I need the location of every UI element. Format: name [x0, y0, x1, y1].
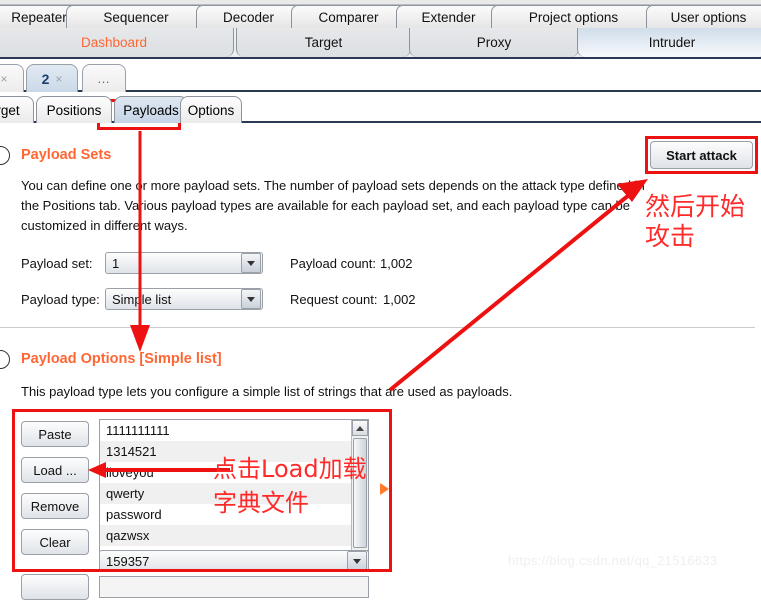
- request-count-label: Request count:: [290, 292, 378, 307]
- tab-intruder-label: Intruder: [648, 35, 696, 50]
- payload-options-description: This payload type lets you configure a s…: [21, 384, 513, 399]
- payload-sets-description-line2: the Positions tab. Various payload types…: [21, 198, 630, 213]
- payload-add-value: 159357: [106, 553, 150, 569]
- tab-user-options-label: User options: [670, 9, 747, 25]
- attack-tab-1[interactable]: ×: [0, 64, 24, 92]
- tab-sequencer-label: Sequencer: [103, 9, 169, 25]
- attack-tab-more-label: …: [97, 71, 111, 86]
- request-count-value: 1,002: [383, 292, 416, 307]
- chevron-down-icon[interactable]: [241, 289, 261, 309]
- payload-sets-description-line1: You can define one or more payload sets.…: [21, 178, 645, 193]
- paste-button[interactable]: Paste: [21, 421, 89, 447]
- tab-intruder[interactable]: Intruder: [577, 28, 761, 57]
- list-item[interactable]: iloveyou: [100, 462, 368, 483]
- payload-add-field-secondary[interactable]: [99, 576, 369, 598]
- tab-comparer[interactable]: Comparer: [291, 5, 406, 28]
- sub-tab-payloads-label: Payloads: [123, 102, 179, 118]
- tab-extender[interactable]: Extender: [396, 5, 501, 28]
- payload-set-value: 1: [112, 255, 120, 271]
- payload-count-label: Payload count:: [290, 256, 377, 271]
- payload-sets-title: Payload Sets: [21, 147, 112, 163]
- scrollbar-thumb[interactable]: [353, 438, 367, 548]
- list-item[interactable]: password: [100, 504, 368, 525]
- expand-marker-icon[interactable]: [380, 483, 389, 495]
- tab-target[interactable]: Target: [236, 28, 411, 57]
- tab-proxy-label: Proxy: [476, 35, 512, 50]
- sub-tab-target-label: rget: [0, 102, 20, 118]
- section-divider: [0, 327, 755, 328]
- payload-sets-collapse-icon[interactable]: [0, 146, 10, 165]
- start-attack-button[interactable]: Start attack: [650, 141, 753, 169]
- tab-project-options-label: Project options: [528, 9, 619, 25]
- main-tab-strip-row2: Dashboard Target Proxy Intruder: [0, 28, 761, 59]
- payload-options-collapse-icon[interactable]: [0, 350, 10, 369]
- sub-tab-target[interactable]: rget: [0, 96, 34, 123]
- attack-tab-more[interactable]: …: [82, 64, 126, 92]
- sub-tab-options[interactable]: Options: [180, 96, 242, 123]
- sub-tab-positions[interactable]: Positions: [36, 96, 112, 123]
- payload-type-label: Payload type:: [21, 292, 100, 307]
- list-item[interactable]: 1314521: [100, 441, 368, 462]
- payload-set-select[interactable]: 1: [105, 252, 263, 274]
- add-button[interactable]: [21, 574, 89, 600]
- attack-tab-2[interactable]: 2 ×: [26, 64, 78, 92]
- payload-set-label: Payload set:: [21, 256, 93, 271]
- tab-decoder[interactable]: Decoder: [196, 5, 301, 28]
- remove-button[interactable]: Remove: [21, 493, 89, 519]
- payload-list[interactable]: 1111111111 1314521 iloveyou qwerty passw…: [99, 419, 369, 567]
- close-icon[interactable]: ×: [0, 72, 7, 86]
- tab-project-options[interactable]: Project options: [491, 5, 656, 28]
- load-button[interactable]: Load ...: [21, 457, 89, 483]
- list-item[interactable]: qwerty: [100, 483, 368, 504]
- payload-sets-description-line3: customized in different ways.: [21, 218, 188, 233]
- sub-tab-payloads[interactable]: Payloads: [114, 96, 188, 123]
- tab-repeater-label: Repeater: [11, 9, 67, 25]
- payload-list-scrollbar[interactable]: [351, 420, 368, 566]
- tab-dashboard-label: Dashboard: [80, 35, 148, 50]
- attack-tab-2-label: 2: [41, 70, 50, 87]
- payload-count-value: 1,002: [380, 256, 413, 271]
- tab-user-options[interactable]: User options: [646, 5, 761, 28]
- clear-button[interactable]: Clear: [21, 529, 89, 555]
- intruder-sub-tab-strip: rget Positions Payloads Options: [0, 93, 761, 125]
- tab-dashboard[interactable]: Dashboard: [0, 28, 234, 57]
- tab-decoder-label: Decoder: [222, 9, 275, 25]
- sub-tab-options-label: Options: [187, 102, 235, 118]
- tab-extender-label: Extender: [421, 9, 476, 25]
- tab-sequencer[interactable]: Sequencer: [66, 5, 206, 28]
- list-item[interactable]: 1111111111: [100, 420, 368, 441]
- close-icon[interactable]: ×: [55, 72, 62, 86]
- payload-type-value: Simple list: [112, 291, 172, 307]
- main-tab-strip-row1: Repeater Sequencer Decoder Comparer Exte…: [0, 0, 761, 28]
- tab-proxy[interactable]: Proxy: [409, 28, 579, 57]
- sub-tab-positions-label: Positions: [46, 102, 102, 118]
- tab-comparer-label: Comparer: [318, 9, 379, 25]
- payload-options-title: Payload Options [Simple list]: [21, 351, 222, 367]
- chevron-down-icon[interactable]: [241, 253, 261, 273]
- chevron-down-icon[interactable]: [347, 551, 367, 571]
- tab-target-label: Target: [304, 35, 343, 50]
- attack-tab-strip: × 2 × …: [0, 61, 761, 92]
- payload-type-select[interactable]: Simple list: [105, 288, 263, 310]
- payload-add-input[interactable]: 159357: [99, 550, 369, 572]
- list-item[interactable]: qazwsx: [100, 525, 368, 546]
- scroll-up-icon[interactable]: [352, 420, 368, 436]
- watermark: https://blog.csdn.net/qq_21516633: [508, 553, 718, 568]
